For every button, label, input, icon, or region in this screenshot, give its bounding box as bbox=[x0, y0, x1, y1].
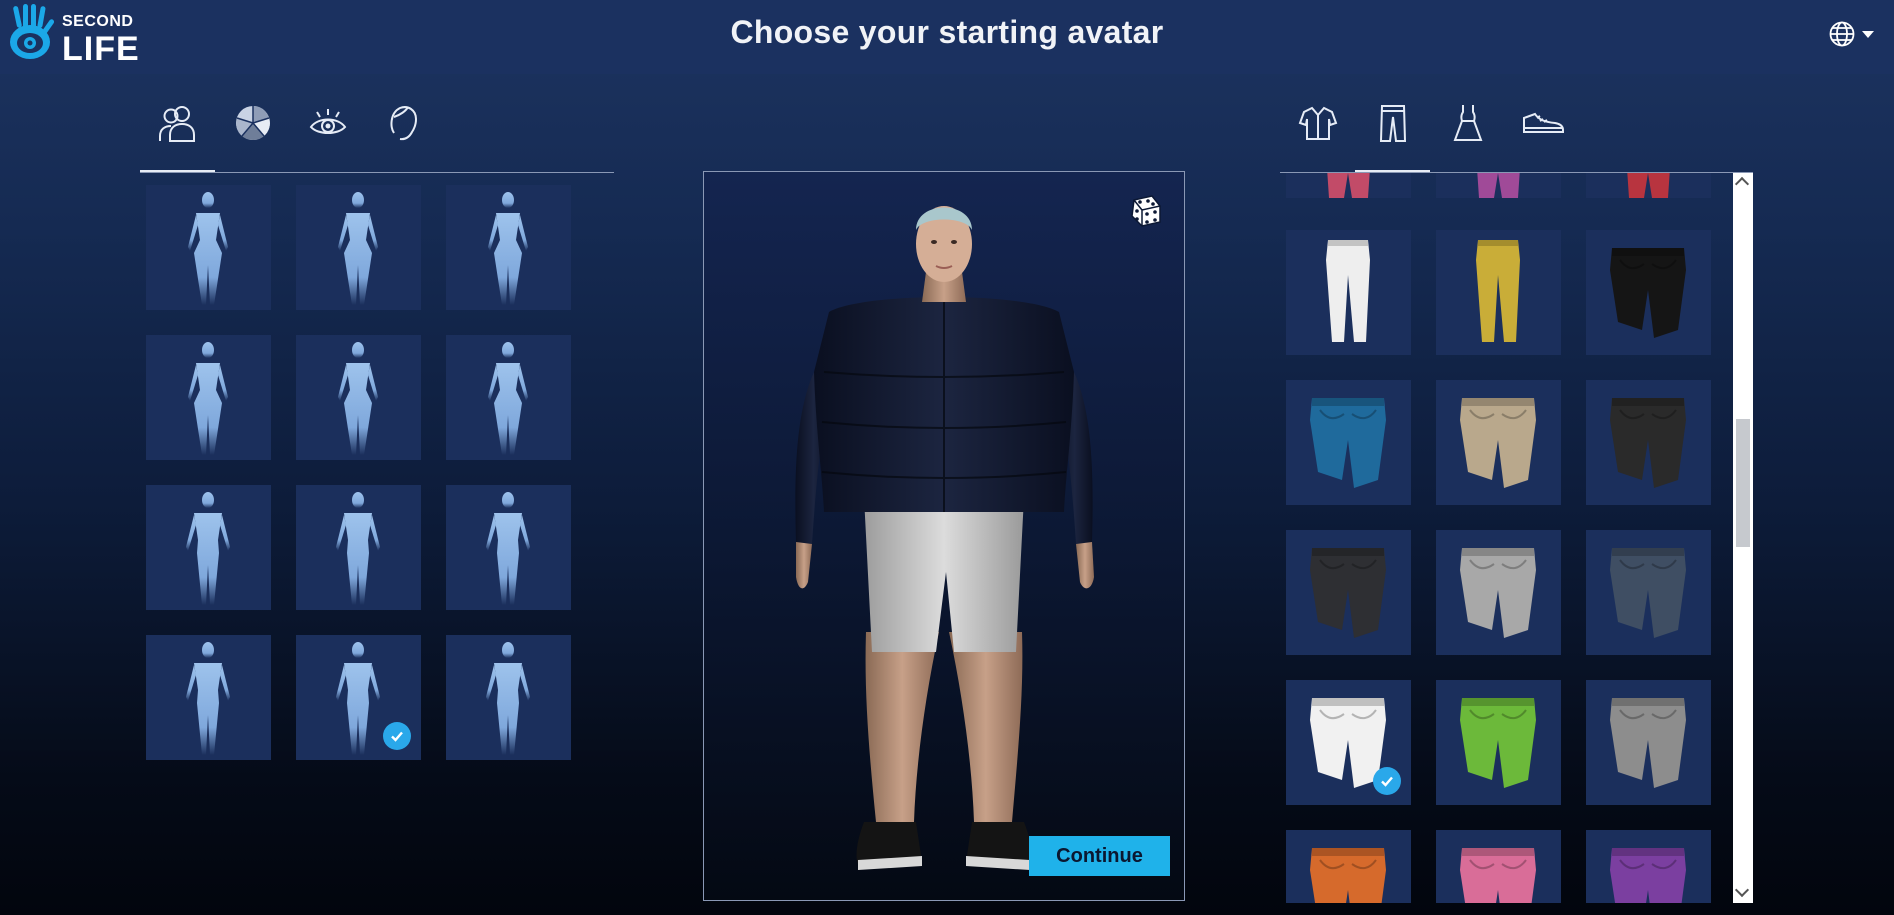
dice-icon bbox=[1131, 195, 1161, 227]
scroll-thumb[interactable] bbox=[1736, 419, 1750, 547]
globe-icon bbox=[1829, 21, 1855, 47]
tab-shirts[interactable] bbox=[1280, 73, 1355, 173]
body-shape-option[interactable] bbox=[446, 185, 571, 310]
scroll-up-icon[interactable] bbox=[1734, 176, 1750, 192]
shorts-option[interactable] bbox=[1586, 230, 1711, 355]
shorts-option[interactable] bbox=[1586, 680, 1711, 805]
clothing-grid bbox=[1280, 173, 1752, 903]
head-icon bbox=[390, 106, 417, 141]
body-shape-option[interactable] bbox=[296, 185, 421, 310]
shorts-option[interactable] bbox=[1286, 380, 1411, 505]
clothing-option[interactable] bbox=[1436, 173, 1561, 198]
body-shape-option[interactable] bbox=[146, 335, 271, 460]
shirt-icon bbox=[1298, 106, 1337, 140]
chevron-down-icon bbox=[1862, 30, 1874, 38]
pants-icon bbox=[1379, 105, 1406, 142]
tab-head[interactable] bbox=[365, 73, 440, 173]
body-shape-option[interactable] bbox=[296, 635, 421, 760]
body-shape-option[interactable] bbox=[146, 635, 271, 760]
shorts-option[interactable] bbox=[1586, 830, 1711, 903]
shorts-option[interactable] bbox=[1586, 380, 1711, 505]
shoe-icon bbox=[1522, 112, 1564, 133]
body-shape-option[interactable] bbox=[446, 635, 571, 760]
pants-option[interactable] bbox=[1436, 230, 1561, 355]
randomize-button[interactable] bbox=[1126, 190, 1166, 230]
left-tabs-divider bbox=[140, 172, 614, 173]
tab-dresses[interactable] bbox=[1430, 73, 1505, 173]
body-shape-option[interactable] bbox=[446, 485, 571, 610]
tab-skin[interactable] bbox=[215, 73, 290, 173]
shorts-option[interactable] bbox=[1286, 530, 1411, 655]
avatar-preview: Continue bbox=[703, 171, 1185, 901]
body-category-tabs bbox=[140, 73, 440, 173]
body-shape-option[interactable] bbox=[446, 335, 571, 460]
eyes-icon bbox=[309, 109, 346, 134]
shorts-option[interactable] bbox=[1286, 830, 1411, 903]
clothing-category-tabs bbox=[1280, 73, 1580, 173]
shorts-option[interactable] bbox=[1286, 680, 1411, 805]
body-shapes-icon bbox=[158, 106, 195, 142]
selected-check-icon bbox=[383, 722, 411, 750]
tab-pants[interactable] bbox=[1355, 73, 1430, 173]
pants-option[interactable] bbox=[1286, 230, 1411, 355]
clothing-option[interactable] bbox=[1286, 173, 1411, 198]
page-title: Choose your starting avatar bbox=[730, 14, 1164, 50]
selected-check-icon bbox=[1373, 767, 1401, 795]
avatar-figure bbox=[795, 206, 1094, 870]
shorts-option[interactable] bbox=[1436, 680, 1561, 805]
header-bar: SECOND LIFE Choose your starting avatar bbox=[0, 0, 1894, 74]
tab-eyes[interactable] bbox=[290, 73, 365, 173]
shorts-option[interactable] bbox=[1586, 530, 1711, 655]
clothing-scrollbar[interactable] bbox=[1733, 173, 1753, 903]
tab-body-shapes[interactable] bbox=[140, 73, 215, 173]
shorts-option[interactable] bbox=[1436, 530, 1561, 655]
clothing-option[interactable] bbox=[1586, 173, 1711, 198]
scroll-down-icon[interactable] bbox=[1734, 882, 1750, 898]
shorts-option[interactable] bbox=[1436, 380, 1561, 505]
continue-button[interactable]: Continue bbox=[1029, 836, 1170, 876]
body-shape-option[interactable] bbox=[146, 485, 271, 610]
language-selector[interactable] bbox=[1828, 20, 1874, 48]
tab-shoes[interactable] bbox=[1505, 73, 1580, 173]
body-shape-option[interactable] bbox=[146, 185, 271, 310]
skin-icon bbox=[235, 106, 270, 141]
body-shape-option[interactable] bbox=[296, 485, 421, 610]
dress-icon bbox=[1453, 105, 1482, 141]
body-shape-option[interactable] bbox=[296, 335, 421, 460]
shorts-option[interactable] bbox=[1436, 830, 1561, 903]
